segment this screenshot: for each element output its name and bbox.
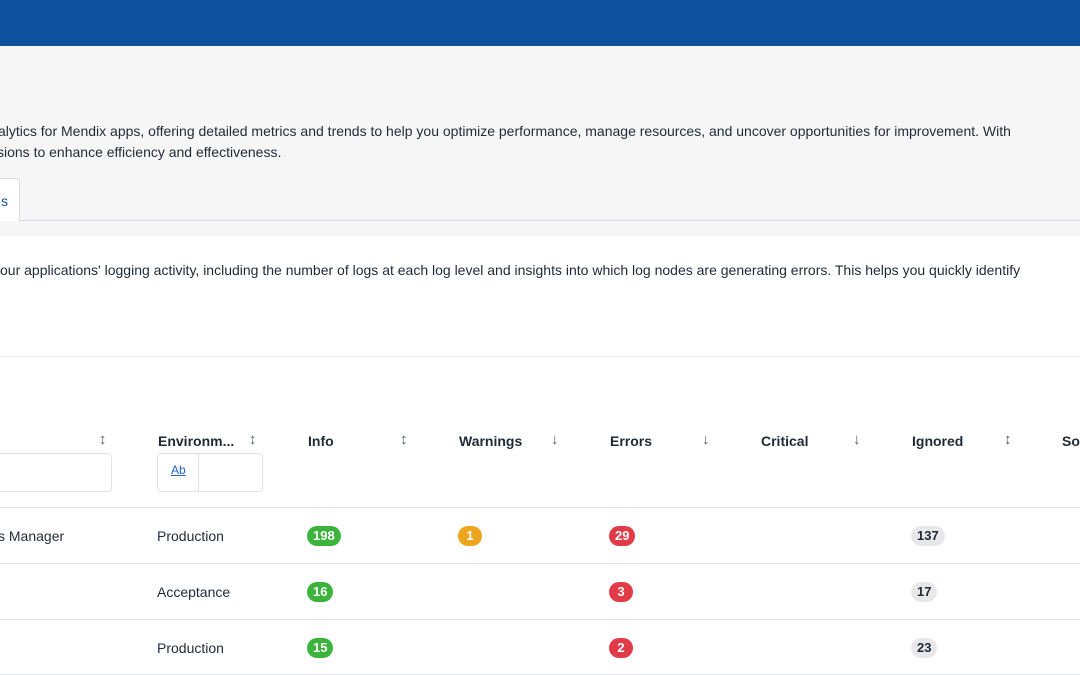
errors-count-badge: 29 [609,526,636,546]
sort-descending-icon[interactable]: ↓ [551,431,559,448]
row-divider [0,507,1080,508]
row-app-name[interactable]: s Manager [0,528,64,544]
name-filter-input[interactable] [0,453,112,492]
warnings-count-badge: 1 [458,526,482,546]
sort-descending-icon[interactable]: ↓ [853,431,861,448]
panel-divider [0,356,1080,357]
tab-label: s [1,193,8,209]
row-divider [0,619,1080,620]
ignored-count-badge: 17 [911,582,938,602]
row-environment: Production [157,640,224,656]
sort-both-icon[interactable]: ↕ [249,431,257,448]
tab-strip [0,220,1080,221]
sort-both-icon[interactable]: ↕ [1004,431,1012,448]
column-header-errors[interactable]: Errors [610,433,652,449]
column-header-critical[interactable]: Critical [761,433,808,449]
column-header-warnings[interactable]: Warnings [459,433,522,449]
filter-type-button[interactable]: Ab [158,454,199,491]
page-intro: alytics for Mendix apps, offering detail… [0,121,1080,163]
info-count-badge: 15 [307,638,334,658]
column-header-info[interactable]: Info [308,433,334,449]
intro-line-1: alytics for Mendix apps, offering detail… [0,123,1011,139]
filter-type-label: Ab [171,463,186,477]
ignored-count-badge: 23 [911,638,938,658]
environment-filter-input[interactable]: Ab [157,453,263,492]
column-header-last[interactable]: So [1062,433,1080,449]
sort-both-icon[interactable]: ↕ [99,431,107,448]
sort-both-icon[interactable]: ↕ [400,431,408,448]
panel-description: our applications' logging activity, incl… [0,262,1021,278]
sort-descending-icon[interactable]: ↓ [702,431,710,448]
tab-active[interactable]: s [0,178,20,221]
row-divider [0,563,1080,564]
ignored-count-badge: 137 [911,526,945,546]
row-environment: Acceptance [157,584,231,600]
info-count-badge: 16 [307,582,334,602]
info-count-badge: 198 [307,526,341,546]
column-header-ignored[interactable]: Ignored [912,433,963,449]
errors-count-badge: 2 [609,638,633,658]
top-navigation-bar [0,0,1080,46]
row-environment: Production [157,528,224,544]
column-header-environment[interactable]: Environm... [158,433,234,449]
intro-line-2: sions to enhance efficiency and effectiv… [0,144,282,160]
errors-count-badge: 3 [609,582,633,602]
